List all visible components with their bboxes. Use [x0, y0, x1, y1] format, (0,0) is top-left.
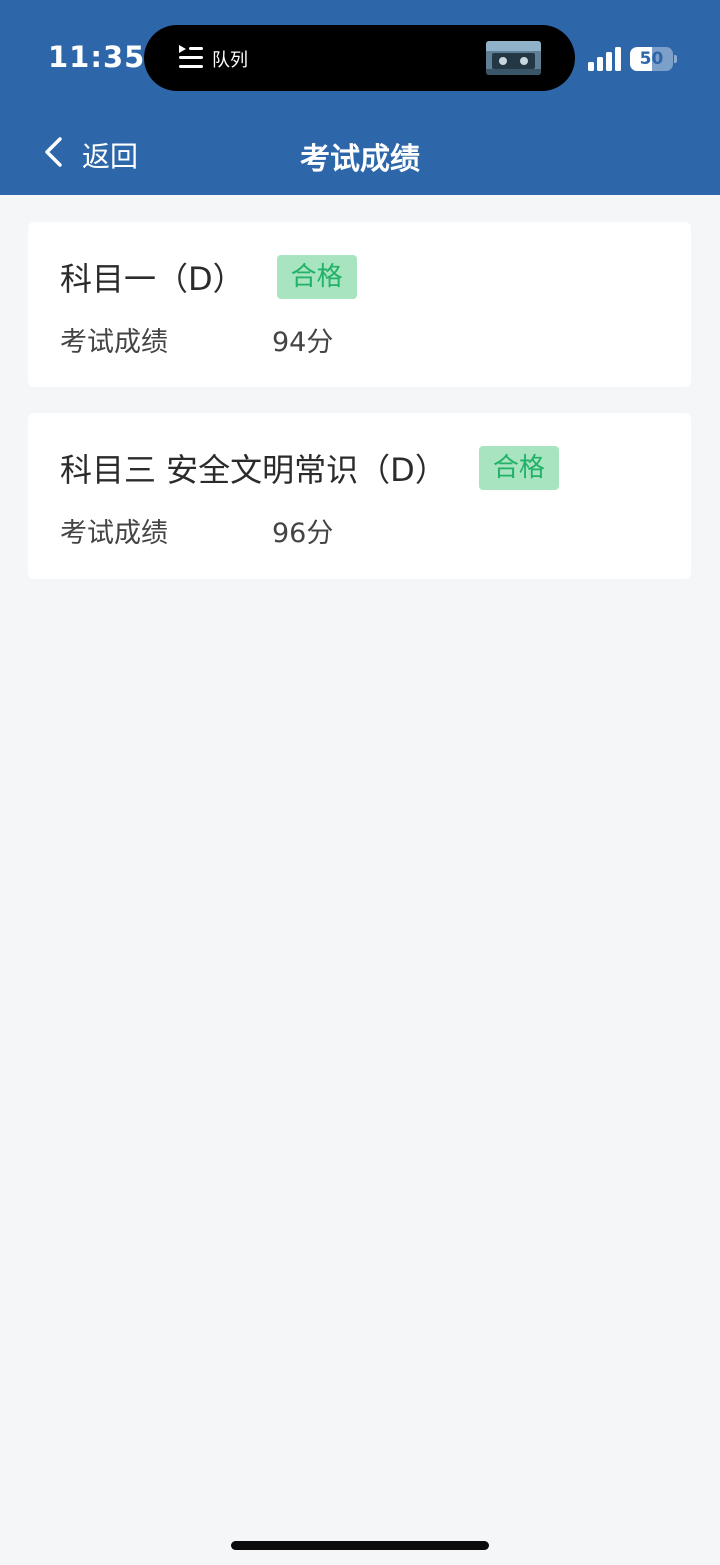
result-card-subject-1[interactable]: 科目一（D） 合格 考试成绩 94分 — [28, 222, 691, 387]
subject-name: 科目三 安全文明常识（D） — [60, 451, 447, 489]
card-title-row: 科目三 安全文明常识（D） 合格 — [60, 445, 559, 491]
score-label: 考试成绩 — [60, 327, 168, 358]
page-title: 考试成绩 — [300, 142, 420, 177]
card-title-row: 科目一（D） 合格 — [60, 254, 357, 300]
pass-status-badge: 合格 — [276, 255, 357, 299]
battery-cap — [674, 55, 677, 63]
battery-level: 50 — [639, 49, 664, 69]
queue-label: 队列 — [212, 50, 248, 71]
results-list: 科目一（D） 合格 考试成绩 94分 科目三 安全文明常识（D） 合格 考试成绩… — [28, 222, 691, 605]
battery-icon: 50 — [630, 47, 678, 71]
subject-name: 科目一（D） — [60, 260, 245, 298]
dynamic-island-now-playing[interactable]: 队列 — [144, 25, 575, 91]
album-art-thumbnail — [486, 41, 541, 75]
home-indicator[interactable] — [231, 1541, 489, 1550]
pass-status-badge: 合格 — [478, 446, 559, 490]
score-value: 96分 — [272, 518, 334, 549]
nav-bar: 返回 考试成绩 — [0, 110, 720, 195]
queue-icon — [179, 45, 203, 68]
score-label: 考试成绩 — [60, 518, 168, 549]
app-header: 11:35 队列 50 返回 考试成绩 — [0, 0, 720, 195]
status-bar: 11:35 队列 50 — [0, 0, 720, 110]
signal-icon — [588, 47, 621, 71]
result-card-subject-3[interactable]: 科目三 安全文明常识（D） 合格 考试成绩 96分 — [28, 413, 691, 579]
score-value: 94分 — [272, 327, 334, 358]
status-time: 11:35 — [48, 40, 146, 74]
battery-body: 50 — [630, 47, 673, 71]
